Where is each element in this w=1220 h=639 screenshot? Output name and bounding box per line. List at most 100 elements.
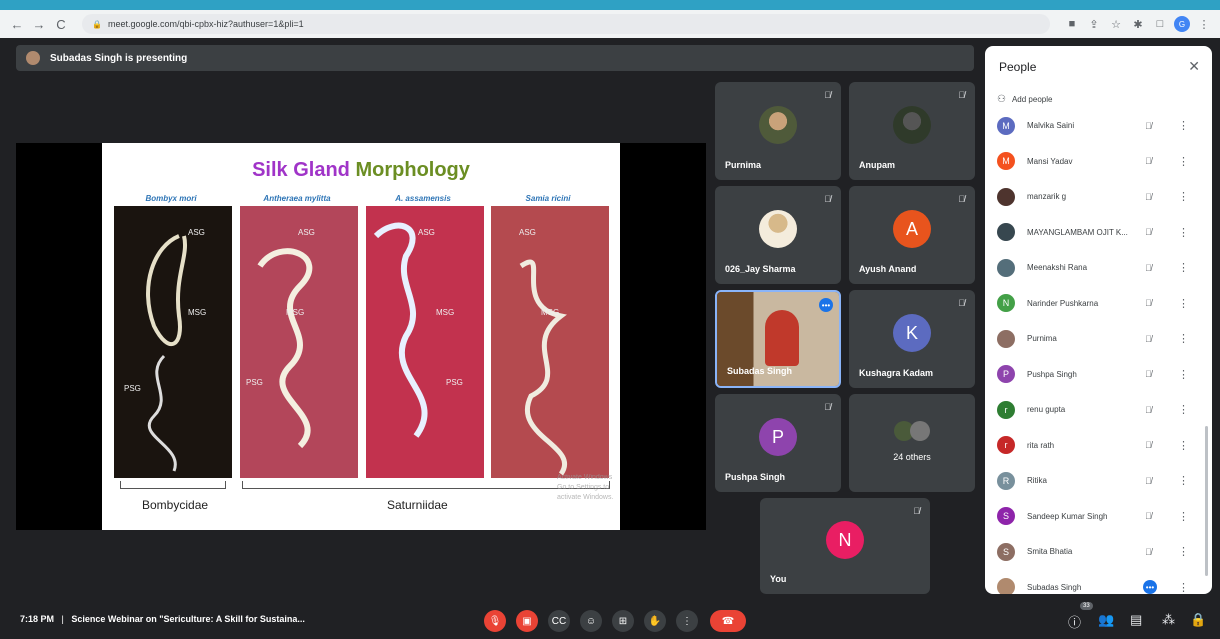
profile-avatar[interactable]: G xyxy=(1174,16,1190,32)
leave-call-button[interactable]: ☎ xyxy=(710,610,746,632)
mic-off-icon[interactable]: 🎙̸ xyxy=(1145,405,1152,415)
people-list-item[interactable]: r renu gupta 🎙̸ ⋮ xyxy=(985,392,1212,428)
activities-icon[interactable]: ⁂ xyxy=(1162,612,1175,628)
more-options-button[interactable]: ⋮ xyxy=(676,610,698,632)
participant-name: manzarik g xyxy=(1027,192,1067,202)
back-icon[interactable]: ← xyxy=(8,15,26,33)
presentation-stage: Silk Gland Morphology Bombyx mori Anther… xyxy=(16,143,706,530)
gland-label: PSG xyxy=(446,378,463,387)
people-list-item[interactable]: M Malvika Saini 🎙̸ ⋮ xyxy=(985,108,1212,144)
people-list-item[interactable]: S Sandeep Kumar Singh 🎙̸ ⋮ xyxy=(985,499,1212,535)
more-options-icon[interactable]: ⋮ xyxy=(1178,119,1189,132)
mic-off-icon[interactable]: 🎙̸ xyxy=(1145,440,1152,450)
more-options-icon[interactable]: ⋮ xyxy=(1178,439,1189,452)
mic-off-icon[interactable]: 🎙̸ xyxy=(1145,334,1152,344)
mic-off-icon[interactable]: 🎙̸ xyxy=(1145,511,1152,521)
star-icon[interactable]: ☆ xyxy=(1108,16,1124,32)
more-options-icon[interactable]: ⋮ xyxy=(1178,332,1189,345)
more-options-icon[interactable]: ⋮ xyxy=(1178,545,1189,558)
people-icon[interactable]: 👥 xyxy=(1098,612,1114,628)
people-list-item[interactable]: R Ritika 🎙̸ ⋮ xyxy=(985,463,1212,499)
self-tile[interactable]: 🎙̸ N You xyxy=(760,498,930,594)
more-options-icon[interactable]: ⋮ xyxy=(1178,474,1189,487)
url-text: meet.google.com/qbi-cpbx-hiz?authuser=1&… xyxy=(107,19,304,29)
mic-off-icon: 🎙̸ xyxy=(958,90,965,100)
mic-off-icon[interactable]: 🎙̸ xyxy=(1145,298,1152,308)
captions-button[interactable]: CC xyxy=(548,610,570,632)
mic-off-icon[interactable]: 🎙̸ xyxy=(1145,121,1152,131)
reload-icon[interactable]: C xyxy=(52,15,70,33)
more-options-icon[interactable]: ⋮ xyxy=(1178,368,1189,381)
participant-avatar: S xyxy=(997,507,1015,526)
more-options-icon[interactable]: ••• xyxy=(819,298,833,312)
extensions-icon[interactable]: ✱ xyxy=(1130,16,1146,32)
people-list-item[interactable]: S Smita Bhatia 🎙̸ ⋮ xyxy=(985,534,1212,570)
mic-off-icon[interactable]: 🎙̸ xyxy=(1145,227,1152,237)
people-scrollbar[interactable] xyxy=(1205,426,1208,576)
chat-icon[interactable]: ▤ xyxy=(1130,612,1142,628)
participant-name: rita rath xyxy=(1027,440,1055,450)
participant-tile[interactable]: 🎙̸ Anupam xyxy=(849,82,975,180)
people-list-item[interactable]: MAYANGLAMBAM OJIT K... 🎙̸ ⋮ xyxy=(985,215,1212,251)
host-controls-icon[interactable]: 🔒 xyxy=(1190,612,1206,628)
participant-tile[interactable]: 🎙̸ A Ayush Anand xyxy=(849,186,975,284)
gland-label: ASG xyxy=(188,228,205,237)
more-options-icon[interactable]: ⋮ xyxy=(1178,581,1189,594)
gland-photo-bombyx: ASG MSG PSG xyxy=(114,206,232,478)
more-options-icon[interactable]: ⋮ xyxy=(1178,261,1189,274)
people-list-item[interactable]: Subadas Singh ••• ⋮ xyxy=(985,570,1212,594)
more-options-icon[interactable]: ⋮ xyxy=(1178,297,1189,310)
participant-tile[interactable]: 🎙̸ P Pushpa Singh xyxy=(715,394,841,492)
gland-drawing xyxy=(146,234,187,472)
address-bar[interactable]: 🔒 meet.google.com/qbi-cpbx-hiz?authuser=… xyxy=(82,14,1050,34)
participant-name: You xyxy=(770,574,787,584)
others-tile[interactable]: 24 others xyxy=(849,394,975,492)
info-icon[interactable]: ⓘ xyxy=(1068,612,1081,631)
close-icon[interactable]: ✕ xyxy=(1188,58,1200,75)
participant-name: Pushpa Singh xyxy=(725,472,786,482)
participant-avatar: P xyxy=(997,365,1015,384)
mic-off-icon[interactable]: 🎙̸ xyxy=(1145,156,1152,166)
menu-icon[interactable]: ⋮ xyxy=(1196,16,1212,32)
people-list-item[interactable]: r rita rath 🎙̸ ⋮ xyxy=(985,428,1212,464)
people-list-item[interactable]: P Pushpa Singh 🎙̸ ⋮ xyxy=(985,357,1212,393)
participant-tile[interactable]: 🎙̸ K Kushagra Kadam xyxy=(849,290,975,388)
emoji-button[interactable]: ☺ xyxy=(580,610,602,632)
forward-icon[interactable]: → xyxy=(30,15,48,33)
add-people-button[interactable]: ⚇ Add people xyxy=(997,94,1052,105)
more-options-icon[interactable]: ⋮ xyxy=(1178,226,1189,239)
more-options-icon[interactable]: ⋮ xyxy=(1178,403,1189,416)
mic-toggle-button[interactable]: 🎙 xyxy=(484,610,506,632)
more-options-icon[interactable]: ⋮ xyxy=(1178,510,1189,523)
people-list-item[interactable]: Purnima 🎙̸ ⋮ xyxy=(985,321,1212,357)
meeting-info-separator: | xyxy=(61,614,64,624)
people-list-item[interactable]: M Mansi Yadav 🎙̸ ⋮ xyxy=(985,144,1212,180)
more-options-icon[interactable]: ⋮ xyxy=(1178,190,1189,203)
mic-off-icon[interactable]: 🎙̸ xyxy=(1145,263,1152,273)
raise-hand-button[interactable]: ✋ xyxy=(644,610,666,632)
sidepanel-icon[interactable]: □ xyxy=(1152,16,1168,32)
participant-tile[interactable]: 🎙̸ 026_Jay Sharma xyxy=(715,186,841,284)
participant-name: renu gupta xyxy=(1027,405,1066,415)
participant-name: Smita Bhatia xyxy=(1027,547,1073,557)
camera-icon[interactable]: ■ xyxy=(1064,16,1080,32)
people-list-item[interactable]: Meenakshi Rana 🎙̸ ⋮ xyxy=(985,250,1212,286)
present-button[interactable]: ⊞ xyxy=(612,610,634,632)
camera-toggle-button[interactable]: ▣ xyxy=(516,610,538,632)
participant-tile-presenter[interactable]: ••• Subadas Singh xyxy=(715,290,841,388)
mic-off-icon[interactable]: 🎙̸ xyxy=(1145,192,1152,202)
gland-label: MSG xyxy=(541,308,560,317)
people-list-item[interactable]: N Narinder Pushkarna 🎙̸ ⋮ xyxy=(985,286,1212,322)
people-list-item[interactable]: manzarik g 🎙̸ ⋮ xyxy=(985,179,1212,215)
participant-name: Anupam xyxy=(859,160,895,170)
participant-avatar: S xyxy=(997,542,1015,561)
gland-label: ASG xyxy=(519,228,536,237)
mic-off-icon[interactable]: 🎙̸ xyxy=(1145,547,1152,557)
participant-tile[interactable]: 🎙̸ Purnima xyxy=(715,82,841,180)
slide-title-part1: Silk Gland xyxy=(252,159,350,181)
more-options-icon[interactable]: ⋮ xyxy=(1178,155,1189,168)
gland-label: ASG xyxy=(298,228,315,237)
share-icon[interactable]: ⇪ xyxy=(1086,16,1102,32)
mic-off-icon[interactable]: 🎙̸ xyxy=(1145,476,1152,486)
mic-off-icon[interactable]: 🎙̸ xyxy=(1145,369,1152,379)
